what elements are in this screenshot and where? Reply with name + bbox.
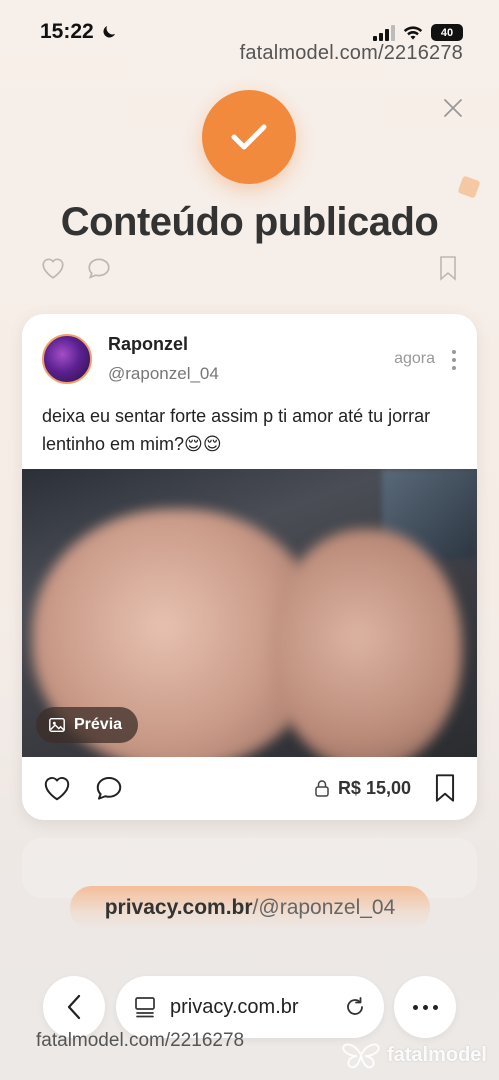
watermark-bottom: fatalmodel.com/2216278: [36, 1030, 245, 1051]
avatar[interactable]: [42, 334, 92, 384]
moon-icon: [103, 26, 115, 38]
page-title: Conteúdo publicado: [60, 200, 439, 244]
chevron-left-icon: [67, 994, 81, 1020]
price-tag: R$ 15,00: [314, 778, 411, 799]
like-button[interactable]: [42, 774, 72, 802]
lock-icon: [315, 780, 329, 797]
post-caption: deixa eu sentar forte assim p ti amor at…: [42, 406, 431, 454]
profile-link-path: /@raponzel_04: [252, 896, 396, 919]
bookmark-icon: [440, 256, 456, 281]
reload-icon[interactable]: [344, 996, 366, 1018]
battery-icon: 40: [431, 24, 463, 41]
close-button[interactable]: [441, 96, 465, 120]
preview-label: Prévia: [74, 716, 123, 733]
status-time: 15:22: [40, 20, 94, 43]
decorative-square: [457, 175, 481, 199]
post-handle[interactable]: @raponzel_04: [108, 364, 219, 384]
price-value: R$ 15,00: [337, 777, 411, 798]
post-actions: R$ 15,00: [42, 772, 457, 804]
background-card-actions: [22, 242, 477, 294]
post-card: Raponzel @raponzel_04 agora deixa eu sen…: [22, 314, 477, 820]
url-bar[interactable]: privacy.com.br: [116, 976, 384, 1038]
butterfly-icon: [342, 1043, 380, 1069]
more-menu-button[interactable]: [394, 976, 456, 1038]
post-timestamp: agora: [394, 350, 435, 367]
page-icon: [135, 997, 155, 1018]
preview-badge: Prévia: [36, 707, 139, 743]
back-button[interactable]: [43, 976, 105, 1038]
watermark-logo: fatalmodel: [341, 1040, 487, 1070]
wifi-icon: [403, 25, 423, 40]
more-options-icon[interactable]: [451, 350, 457, 370]
signal-icon: [373, 24, 395, 41]
bookmark-button[interactable]: [433, 773, 457, 803]
post-username[interactable]: Raponzel: [108, 334, 188, 355]
check-icon: [231, 124, 267, 150]
comment-button[interactable]: [94, 774, 124, 802]
watermark-top: fatalmodel.com/2216278: [239, 42, 463, 64]
watermark-logo-text: fatalmodel: [386, 1043, 487, 1066]
success-check: [202, 90, 296, 184]
post-media[interactable]: Prévia: [22, 469, 477, 757]
url-text: privacy.com.br: [170, 995, 299, 1018]
status-time-group: 15:22: [40, 20, 118, 44]
profile-link[interactable]: privacy.com.br/@raponzel_04: [70, 886, 430, 930]
image-icon: [49, 717, 65, 733]
comment-icon: [88, 258, 110, 279]
heart-icon: [42, 258, 64, 279]
status-icons: 40: [373, 24, 463, 41]
profile-link-domain: privacy.com.br: [104, 896, 253, 919]
